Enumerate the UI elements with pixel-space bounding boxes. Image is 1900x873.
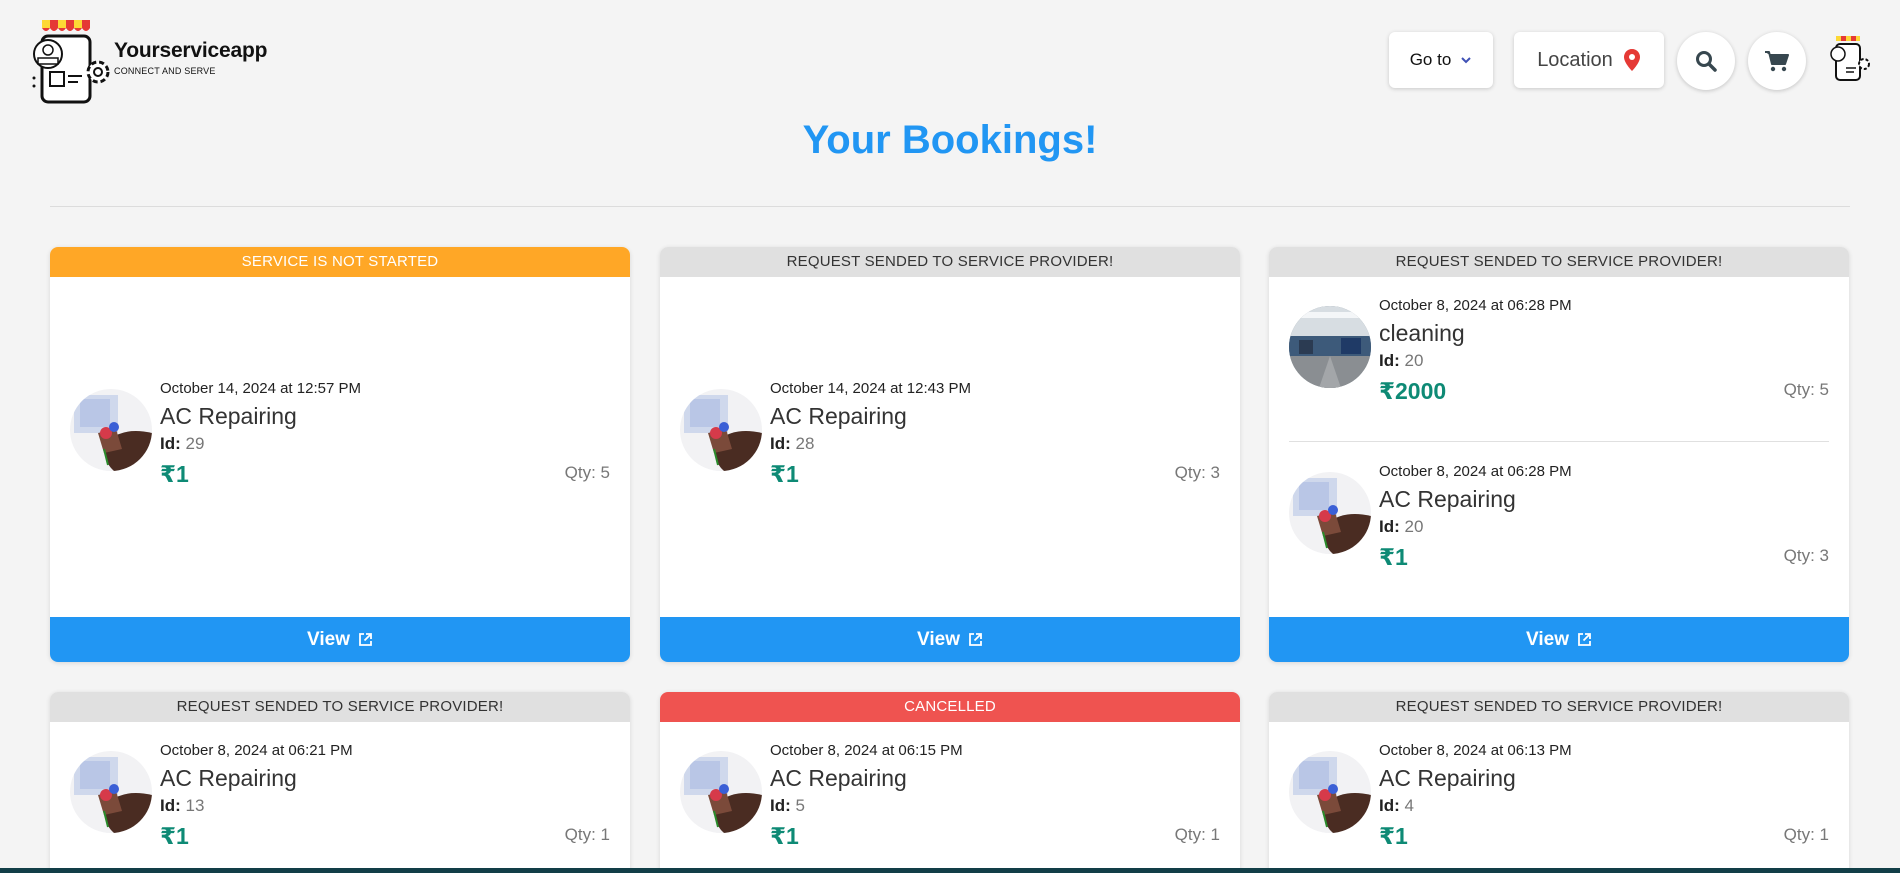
view-label: View bbox=[917, 628, 960, 650]
booking-price: ₹1 bbox=[1379, 823, 1408, 849]
booking-price: ₹1 bbox=[1379, 544, 1408, 570]
booking-date: October 8, 2024 at 06:28 PM bbox=[1379, 297, 1572, 314]
service-name: AC Repairing bbox=[160, 403, 297, 429]
brand-name: Yourserviceapp bbox=[114, 38, 268, 62]
booking-item: October 14, 2024 at 12:43 PM AC Repairin… bbox=[680, 380, 1220, 487]
booking-card: REQUEST SENDED TO SERVICE PROVIDER! Octo… bbox=[660, 247, 1240, 662]
view-button[interactable]: View bbox=[660, 617, 1240, 662]
logo-icon bbox=[32, 20, 110, 104]
service-name: cleaning bbox=[1379, 320, 1465, 346]
service-name: AC Repairing bbox=[770, 403, 907, 429]
brand-tagline: CONNECT AND SERVE bbox=[114, 65, 216, 76]
booking-id: Id: 4 bbox=[1379, 796, 1414, 815]
goto-label: Go to bbox=[1409, 50, 1452, 69]
booking-id: Id: 20 bbox=[1379, 517, 1424, 536]
booking-item: October 8, 2024 at 06:21 PM AC Repairing… bbox=[70, 742, 610, 849]
booking-id: Id: 5 bbox=[770, 796, 805, 815]
booking-card: REQUEST SENDED TO SERVICE PROVIDER! Octo… bbox=[1269, 247, 1849, 662]
page-title: Your Bookings! bbox=[802, 118, 1098, 162]
booking-qty: Qty: 3 bbox=[1783, 546, 1829, 565]
booking-qty: Qty: 1 bbox=[1783, 825, 1829, 844]
status-badge: SERVICE IS NOT STARTED bbox=[50, 247, 630, 277]
location-label: Location bbox=[1537, 48, 1613, 71]
status-badge: REQUEST SENDED TO SERVICE PROVIDER! bbox=[1269, 247, 1849, 277]
booking-qty: Qty: 1 bbox=[1174, 825, 1220, 844]
search-button[interactable] bbox=[1677, 32, 1735, 90]
service-name: AC Repairing bbox=[770, 765, 907, 791]
external-link-icon bbox=[359, 633, 372, 646]
cart-icon bbox=[1765, 51, 1789, 72]
external-link-icon bbox=[1578, 633, 1591, 646]
service-thumbnail bbox=[70, 751, 152, 833]
booking-item: October 8, 2024 at 06:28 PM cleaning Id:… bbox=[1289, 297, 1829, 404]
service-thumbnail bbox=[1289, 751, 1371, 833]
booking-qty: Qty: 1 bbox=[564, 825, 610, 844]
service-thumbnail bbox=[680, 389, 762, 471]
profile-avatar[interactable] bbox=[1826, 34, 1870, 84]
location-pin-icon bbox=[1623, 49, 1640, 71]
service-thumbnail bbox=[70, 389, 152, 471]
goto-dropdown[interactable]: Go to bbox=[1389, 32, 1493, 88]
booking-price: ₹1 bbox=[160, 823, 189, 849]
status-badge: CANCELLED bbox=[660, 692, 1240, 722]
booking-card: REQUEST SENDED TO SERVICE PROVIDER! Octo… bbox=[50, 692, 630, 873]
view-label: View bbox=[307, 628, 350, 650]
service-thumbnail bbox=[1289, 472, 1371, 554]
service-name: AC Repairing bbox=[1379, 486, 1516, 512]
booking-qty: Qty: 3 bbox=[1174, 463, 1220, 482]
view-button[interactable]: View bbox=[1269, 617, 1849, 662]
booking-price: ₹1 bbox=[160, 461, 189, 487]
booking-date: October 14, 2024 at 12:43 PM bbox=[770, 380, 971, 397]
external-link-icon bbox=[969, 633, 982, 646]
booking-price: ₹2000 bbox=[1379, 378, 1447, 404]
booking-qty: Qty: 5 bbox=[564, 463, 610, 482]
booking-price: ₹1 bbox=[770, 461, 799, 487]
booking-id: Id: 29 bbox=[160, 434, 205, 453]
logo[interactable]: Yourserviceapp CONNECT AND SERVE bbox=[28, 16, 267, 106]
booking-date: October 8, 2024 at 06:15 PM bbox=[770, 742, 963, 759]
divider bbox=[50, 206, 1850, 207]
status-badge: REQUEST SENDED TO SERVICE PROVIDER! bbox=[660, 247, 1240, 277]
footer-bar bbox=[0, 868, 1900, 873]
booking-date: October 8, 2024 at 06:21 PM bbox=[160, 742, 353, 759]
service-name: AC Repairing bbox=[160, 765, 297, 791]
item-separator bbox=[1289, 441, 1829, 442]
service-thumbnail bbox=[1289, 306, 1371, 388]
booking-id: Id: 28 bbox=[770, 434, 815, 453]
booking-item: October 8, 2024 at 06:28 PM AC Repairing… bbox=[1289, 463, 1829, 570]
booking-date: October 8, 2024 at 06:28 PM bbox=[1379, 463, 1572, 480]
service-name: AC Repairing bbox=[1379, 765, 1516, 791]
booking-qty: Qty: 5 bbox=[1783, 380, 1829, 399]
service-thumbnail bbox=[680, 751, 762, 833]
booking-price: ₹1 bbox=[770, 823, 799, 849]
status-badge: REQUEST SENDED TO SERVICE PROVIDER! bbox=[50, 692, 630, 722]
booking-date: October 14, 2024 at 12:57 PM bbox=[160, 380, 361, 397]
cart-button[interactable] bbox=[1748, 32, 1806, 90]
search-icon bbox=[1696, 51, 1717, 72]
booking-id: Id: 20 bbox=[1379, 351, 1424, 370]
booking-item: October 14, 2024 at 12:57 PM AC Repairin… bbox=[70, 380, 610, 487]
booking-id: Id: 13 bbox=[160, 796, 205, 815]
booking-item: October 8, 2024 at 06:13 PM AC Repairing… bbox=[1289, 742, 1829, 849]
location-button[interactable]: Location bbox=[1514, 32, 1664, 88]
booking-card: CANCELLED October 8, 2024 at 06:15 PM AC… bbox=[660, 692, 1240, 873]
booking-date: October 8, 2024 at 06:13 PM bbox=[1379, 742, 1572, 759]
view-button[interactable]: View bbox=[50, 617, 630, 662]
header: Yourserviceapp CONNECT AND SERVE Go to L… bbox=[0, 0, 1900, 115]
booking-card: SERVICE IS NOT STARTED October 14, 2024 … bbox=[50, 247, 630, 662]
view-label: View bbox=[1526, 628, 1569, 650]
booking-item: October 8, 2024 at 06:15 PM AC Repairing… bbox=[680, 742, 1220, 849]
booking-card: REQUEST SENDED TO SERVICE PROVIDER! Octo… bbox=[1269, 692, 1849, 873]
chevron-down-icon bbox=[1461, 57, 1472, 64]
status-badge: REQUEST SENDED TO SERVICE PROVIDER! bbox=[1269, 692, 1849, 722]
